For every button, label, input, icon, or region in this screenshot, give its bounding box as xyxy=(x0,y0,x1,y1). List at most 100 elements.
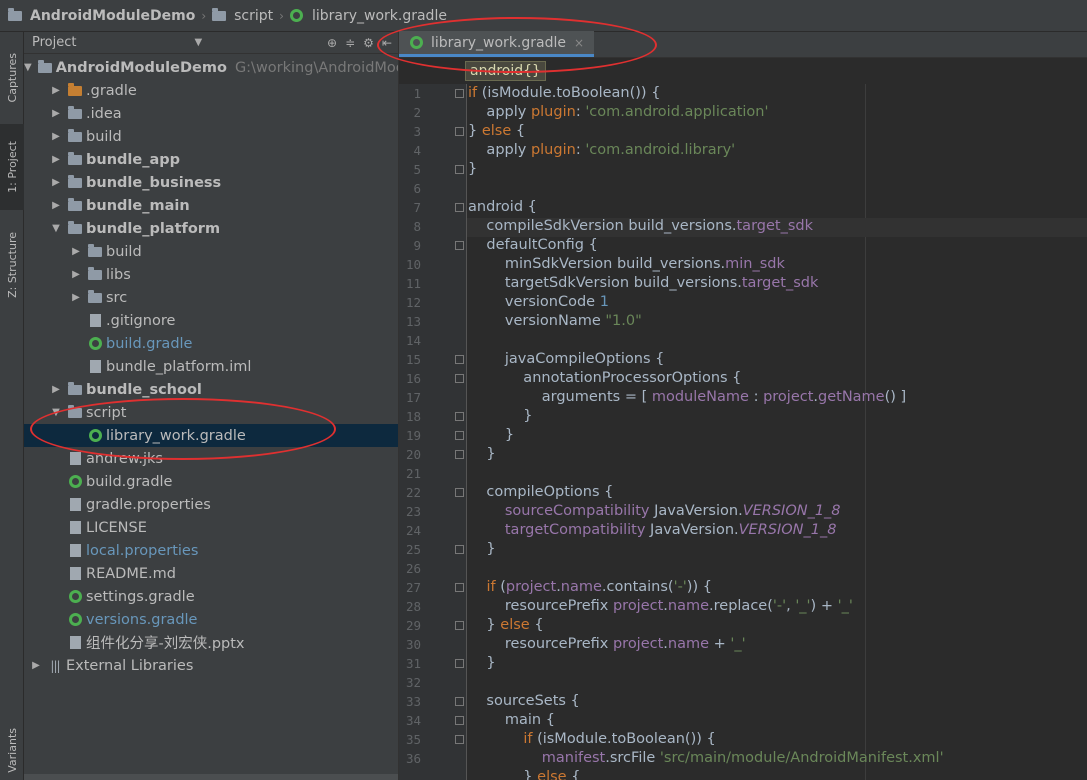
expand-arrow-icon[interactable]: ▶ xyxy=(50,200,62,211)
code-token: } xyxy=(468,655,496,671)
tool-tab-captures[interactable]: Captures xyxy=(0,38,24,118)
line-number: 11 xyxy=(405,276,421,291)
fold-marker-icon[interactable] xyxy=(455,583,464,592)
fold-marker-icon[interactable] xyxy=(455,241,464,250)
tree-item-bundle-main[interactable]: ▶ bundle_main xyxy=(24,194,398,217)
expand-arrow-icon[interactable]: ▶ xyxy=(50,177,62,188)
project-view-selector[interactable]: Project xyxy=(32,35,76,50)
tree-item-external-libraries[interactable]: ▶ ||| External Libraries xyxy=(24,654,398,677)
tree-item-andrew-jks[interactable]: andrew.jks xyxy=(24,447,398,470)
breadcrumb-project[interactable]: AndroidModuleDemo xyxy=(8,7,195,24)
expand-arrow-icon[interactable]: ▶ xyxy=(50,85,62,96)
code-token: 'com.android.library' xyxy=(585,142,736,158)
fold-marker-icon[interactable] xyxy=(455,716,464,725)
fold-marker-icon[interactable] xyxy=(455,659,464,668)
tree-item-bundle-app[interactable]: ▶ bundle_app xyxy=(24,148,398,171)
expand-arrow-icon[interactable]: ▶ xyxy=(50,108,62,119)
tree-item-gradle-properties[interactable]: gradle.properties xyxy=(24,493,398,516)
line-number: 13 xyxy=(405,314,421,329)
tree-item-libs[interactable]: ▶ libs xyxy=(24,263,398,286)
collapse-arrow-icon[interactable]: ▼ xyxy=(50,223,62,234)
fold-marker-icon[interactable] xyxy=(455,89,464,98)
tree-item-bundle-school[interactable]: ▶ bundle_school xyxy=(24,378,398,401)
tree-item-script[interactable]: ▼ script xyxy=(24,401,398,424)
tree-item-library-work-gradle[interactable]: library_work.gradle xyxy=(24,424,398,447)
breadcrumb-android-block[interactable]: android{} xyxy=(465,61,546,81)
code-line: } else { xyxy=(467,123,525,142)
tree-item-build-gradle[interactable]: build.gradle xyxy=(24,332,398,355)
code-token: name xyxy=(667,598,710,614)
gear-icon[interactable]: ⚙ xyxy=(363,36,374,50)
expand-arrow-icon[interactable]: ▶ xyxy=(50,131,62,142)
collapse-icon[interactable]: ≑ xyxy=(345,36,355,50)
line-number-gutter[interactable]: 1 2 3 4 5 6 7 8 9 10 11 12 13 14 15 16 17 18 19 20 21 22 23 24 2… xyxy=(399,84,467,780)
tree-item-label: bundle_business xyxy=(86,174,222,191)
line-number: 23 xyxy=(405,504,421,519)
fold-marker-icon[interactable] xyxy=(455,412,464,421)
project-panel: Project ▼ ⊕ ≑ ⚙ ⇤ ▼ AndroidModuleDemo G:\w… xyxy=(24,32,414,780)
tab-library-work-gradle[interactable]: library_work.gradle × xyxy=(399,31,595,57)
editor-tab-bar: library_work.gradle × xyxy=(399,31,1087,58)
close-icon[interactable]: × xyxy=(574,36,584,50)
tree-item-versions-gradle[interactable]: versions.gradle xyxy=(24,608,398,631)
expand-arrow-icon[interactable]: ▶ xyxy=(30,660,42,671)
tree-item-bundle-platform[interactable]: ▼ bundle_platform xyxy=(24,217,398,240)
chevron-down-icon[interactable]: ▼ xyxy=(194,37,202,48)
tree-item-license[interactable]: LICENSE xyxy=(24,516,398,539)
fold-marker-icon[interactable] xyxy=(455,697,464,706)
fold-marker-icon[interactable] xyxy=(455,621,464,630)
expand-arrow-icon[interactable]: ▶ xyxy=(50,384,62,395)
collapse-arrow-icon[interactable]: ▼ xyxy=(24,62,32,73)
tree-item-bundle-business[interactable]: ▶ bundle_business xyxy=(24,171,398,194)
expand-arrow-icon[interactable]: ▶ xyxy=(70,246,82,257)
tree-item-pptx[interactable]: 组件化分享-刘宏侠.pptx xyxy=(24,631,398,654)
line-number: 25 xyxy=(405,542,421,557)
hide-icon[interactable]: ⇤ xyxy=(382,36,392,50)
tree-item-idea[interactable]: ▶ .idea xyxy=(24,102,398,125)
tool-tab-variants[interactable]: Variants xyxy=(0,722,24,778)
tree-item-local-properties[interactable]: local.properties xyxy=(24,539,398,562)
fold-marker-icon[interactable] xyxy=(455,545,464,554)
expand-arrow-icon[interactable]: ▶ xyxy=(70,292,82,303)
line-number: 18 xyxy=(405,409,421,424)
fold-marker-icon[interactable] xyxy=(455,355,464,364)
fold-marker-icon[interactable] xyxy=(455,127,464,136)
fold-marker-icon[interactable] xyxy=(455,374,464,383)
code-line: compileOptions { xyxy=(467,484,613,503)
horizontal-scrollbar[interactable] xyxy=(24,774,398,780)
fold-marker-icon[interactable] xyxy=(455,165,464,174)
expand-arrow-icon[interactable]: ▶ xyxy=(50,154,62,165)
line-number: 12 xyxy=(405,295,421,310)
line-number: 1 xyxy=(413,86,421,101)
tool-tab-project[interactable]: 1: Project xyxy=(0,124,24,210)
tree-item-build[interactable]: ▶ build xyxy=(24,125,398,148)
fold-marker-icon[interactable] xyxy=(455,203,464,212)
fold-marker-icon[interactable] xyxy=(455,450,464,459)
tree-item-settings-gradle[interactable]: settings.gradle xyxy=(24,585,398,608)
tree-item-androidmoduledemo[interactable]: ▼ AndroidModuleDemo G:\working\AndroidModu xyxy=(24,56,414,79)
tree-item-label: bundle_platform.iml xyxy=(106,358,252,375)
tree-item-build-gradle[interactable]: build.gradle xyxy=(24,470,398,493)
locate-icon[interactable]: ⊕ xyxy=(327,36,337,50)
module-folder-icon xyxy=(68,220,82,236)
code-token: (isModule. xyxy=(481,85,557,101)
collapse-arrow-icon[interactable]: ▼ xyxy=(50,407,62,418)
tree-item-bundle-platform-iml[interactable]: bundle_platform.iml xyxy=(24,355,398,378)
fold-marker-icon[interactable] xyxy=(455,488,464,497)
tree-item-gradle[interactable]: ▶ .gradle xyxy=(24,79,398,102)
fold-marker-icon[interactable] xyxy=(455,735,464,744)
breadcrumb-file[interactable]: library_work.gradle xyxy=(290,8,447,24)
code-line: } xyxy=(467,408,532,427)
tool-tab-structure[interactable]: Z: Structure xyxy=(0,218,24,312)
fold-marker-icon[interactable] xyxy=(455,431,464,440)
expand-arrow-icon[interactable]: ▶ xyxy=(70,269,82,280)
tree-item-build[interactable]: ▶ build xyxy=(24,240,398,263)
code-token: } xyxy=(468,446,496,462)
tree-item-gitignore[interactable]: .gitignore xyxy=(24,309,398,332)
tree-item-readme-md[interactable]: README.md xyxy=(24,562,398,585)
file-icon xyxy=(68,521,82,535)
code-token: , xyxy=(786,598,796,614)
tree-item-src[interactable]: ▶ src xyxy=(24,286,398,309)
breadcrumb-folder[interactable]: script xyxy=(212,7,273,24)
